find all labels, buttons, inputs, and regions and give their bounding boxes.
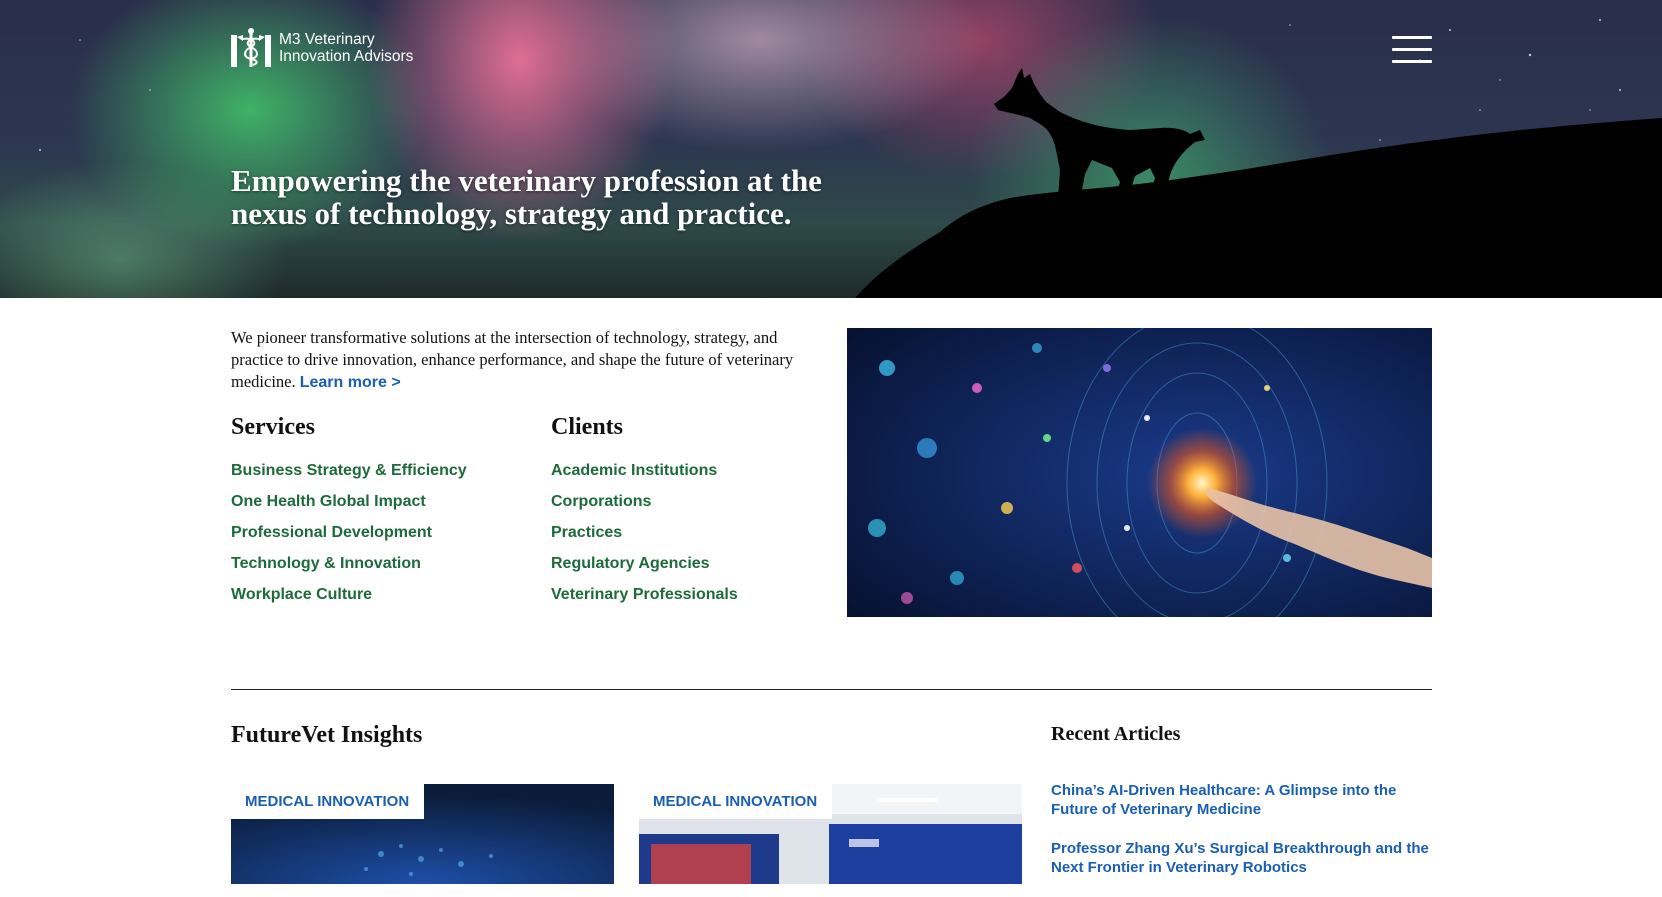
list-item: Professional Development xyxy=(231,524,467,555)
client-link-regulatory[interactable]: Regulatory Agencies xyxy=(551,555,710,572)
menu-bar xyxy=(1392,36,1432,39)
hero-headline-line-2: nexus of technology, strategy and practi… xyxy=(231,196,792,231)
site-logo[interactable]: M3 Veterinary Innovation Advisors xyxy=(231,27,413,69)
service-link-technology-innovation[interactable]: Technology & Innovation xyxy=(231,555,421,572)
list-item: Academic Institutions xyxy=(551,462,738,493)
list-item: Regulatory Agencies xyxy=(551,555,738,586)
feature-image-digital-galaxy xyxy=(847,328,1432,617)
insight-card[interactable]: MEDICAL INNOVATION xyxy=(231,784,614,884)
hero-headline: Empowering the veterinary profession at … xyxy=(231,164,931,230)
menu-bar xyxy=(1392,48,1432,51)
services-list: Business Strategy & Efficiency One Healt… xyxy=(231,462,467,617)
client-link-veterinary-professionals[interactable]: Veterinary Professionals xyxy=(551,586,738,603)
list-item: Professor Zhang Xu’s Surgical Breakthrou… xyxy=(1051,839,1441,877)
services-heading: Services xyxy=(231,414,315,440)
logo-text: M3 Veterinary Innovation Advisors xyxy=(279,31,413,65)
recent-article-link[interactable]: Professor Zhang Xu’s Surgical Breakthrou… xyxy=(1051,840,1429,876)
clients-heading: Clients xyxy=(551,414,623,440)
hero-headline-line-1: Empowering the veterinary profession at … xyxy=(231,163,822,198)
service-link-workplace-culture[interactable]: Workplace Culture xyxy=(231,586,372,603)
list-item: China’s AI-Driven Healthcare: A Glimpse … xyxy=(1051,781,1441,819)
hero-banner: M3 Veterinary Innovation Advisors Empowe… xyxy=(0,0,1662,298)
service-link-professional-development[interactable]: Professional Development xyxy=(231,524,432,541)
service-link-business-strategy[interactable]: Business Strategy & Efficiency xyxy=(231,462,467,479)
list-item: Veterinary Professionals xyxy=(551,586,738,617)
section-divider xyxy=(231,689,1432,690)
intro-paragraph: We pioneer transformative solutions at t… xyxy=(231,327,801,394)
digital-swirl-illustration xyxy=(847,328,1432,617)
caduceus-logo-icon xyxy=(231,28,271,67)
insights-heading: FutureVet Insights xyxy=(231,722,423,748)
list-item: Workplace Culture xyxy=(231,586,467,617)
list-item: Business Strategy & Efficiency xyxy=(231,462,467,493)
client-link-academic[interactable]: Academic Institutions xyxy=(551,462,717,479)
clients-list: Academic Institutions Corporations Pract… xyxy=(551,462,738,617)
list-item: Practices xyxy=(551,524,738,555)
learn-more-link[interactable]: Learn more > xyxy=(300,374,401,391)
menu-bar xyxy=(1392,60,1432,63)
recent-articles-heading: Recent Articles xyxy=(1051,723,1181,745)
logo-line-2: Innovation Advisors xyxy=(279,48,414,65)
client-link-practices[interactable]: Practices xyxy=(551,524,622,541)
logo-line-1: M3 Veterinary xyxy=(279,31,375,48)
insight-card[interactable]: MEDICAL INNOVATION xyxy=(639,784,1022,884)
client-link-corporations[interactable]: Corporations xyxy=(551,493,651,510)
list-item: One Health Global Impact xyxy=(231,493,467,524)
card-category-tag[interactable]: MEDICAL INNOVATION xyxy=(639,784,833,819)
recent-articles-list: China’s AI-Driven Healthcare: A Glimpse … xyxy=(1051,781,1441,897)
list-item: Technology & Innovation xyxy=(231,555,467,586)
hamburger-menu-icon[interactable] xyxy=(1392,36,1432,66)
recent-article-link[interactable]: China’s AI-Driven Healthcare: A Glimpse … xyxy=(1051,782,1396,818)
list-item: Corporations xyxy=(551,493,738,524)
service-link-one-health[interactable]: One Health Global Impact xyxy=(231,493,426,510)
card-category-tag[interactable]: MEDICAL INNOVATION xyxy=(231,784,425,819)
